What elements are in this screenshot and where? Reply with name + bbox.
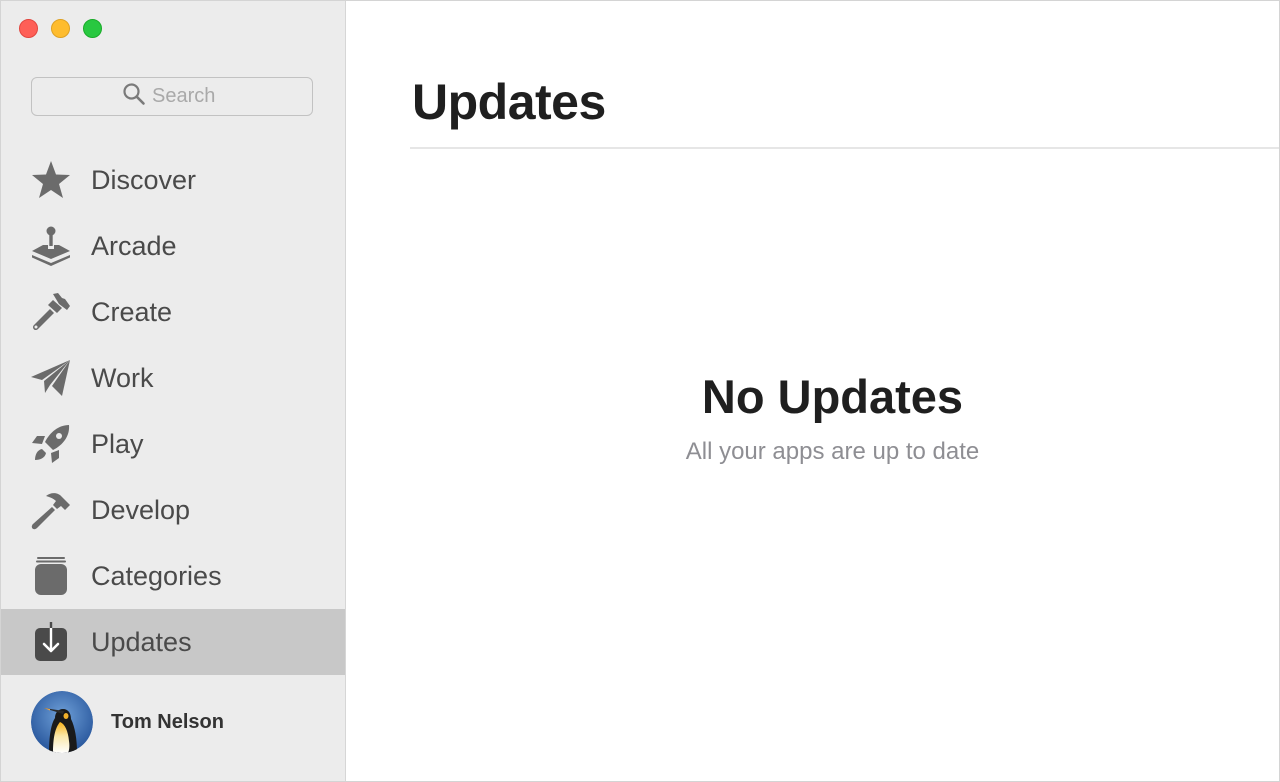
search-icon [122, 82, 146, 111]
sidebar-item-label: Create [91, 296, 173, 327]
paper-plane-icon [29, 356, 73, 400]
page-title: Updates [412, 74, 606, 130]
paintbrush-icon [29, 290, 73, 334]
sidebar-item-label: Updates [91, 626, 192, 657]
sidebar-item-label: Play [91, 428, 144, 459]
minimize-button[interactable] [51, 19, 70, 38]
download-tray-icon [29, 620, 73, 664]
sidebar-item-arcade[interactable]: Arcade [1, 213, 345, 279]
account-button[interactable]: Tom Nelson [31, 691, 224, 753]
sidebar-item-label: Categories [91, 560, 222, 591]
sidebar-item-label: Develop [91, 494, 191, 525]
app-store-window: Discover Arcade [0, 0, 1280, 782]
sidebar-item-updates[interactable]: Updates [1, 609, 345, 675]
stack-icon [29, 554, 73, 598]
sidebar-item-label: Arcade [91, 230, 177, 261]
zoom-button[interactable] [83, 19, 102, 38]
sidebar-item-discover[interactable]: Discover [1, 147, 345, 213]
star-icon [29, 158, 73, 202]
sidebar-item-categories[interactable]: Categories [1, 543, 345, 609]
empty-state-title: No Updates [701, 370, 964, 423]
sidebar: Discover Arcade [1, 1, 346, 781]
avatar [31, 691, 93, 753]
sidebar-item-label: Work [91, 362, 154, 393]
search-input[interactable] [152, 85, 222, 108]
sidebar-item-play[interactable]: Play [1, 411, 345, 477]
search-field[interactable] [31, 77, 313, 116]
window-controls [19, 19, 102, 38]
main-content: Updates No Updates All your apps are up … [346, 1, 1279, 781]
sidebar-item-work[interactable]: Work [1, 345, 345, 411]
sidebar-item-develop[interactable]: Develop [1, 477, 345, 543]
sidebar-item-label: Discover [91, 164, 197, 195]
hammer-icon [29, 488, 73, 532]
account-name: Tom Nelson [111, 710, 224, 733]
empty-state-subtitle: All your apps are up to date [685, 438, 980, 465]
title-divider [410, 147, 1279, 149]
joystick-icon [29, 224, 73, 268]
sidebar-nav: Discover Arcade Create Work Play Develop… [1, 147, 345, 675]
empty-state: No Updates All your apps are up to date [346, 369, 1279, 466]
rocket-icon [29, 422, 73, 466]
close-button[interactable] [19, 19, 38, 38]
sidebar-item-create[interactable]: Create [1, 279, 345, 345]
